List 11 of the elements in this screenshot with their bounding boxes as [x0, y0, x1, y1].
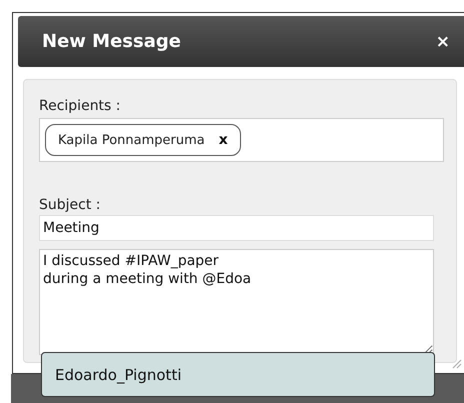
recipients-field[interactable]: Kapila Ponnamperuma x: [39, 118, 444, 162]
resize-grip-icon[interactable]: [450, 357, 462, 369]
close-button[interactable]: ×: [432, 32, 454, 52]
recipient-name: Kapila Ponnamperuma: [58, 132, 205, 148]
subject-label: Subject :: [39, 197, 102, 213]
suggestion-item[interactable]: Edoardo_Pignotti: [41, 352, 435, 397]
dialog-title: New Message: [42, 31, 181, 52]
subject-field[interactable]: Meeting: [39, 215, 434, 241]
message-field[interactable]: I discussed #IPAW_paper during a meeting with @Edoa: [39, 249, 434, 355]
remove-button[interactable]: x: [218, 132, 228, 148]
recipients-label: Recipients :: [39, 98, 122, 114]
